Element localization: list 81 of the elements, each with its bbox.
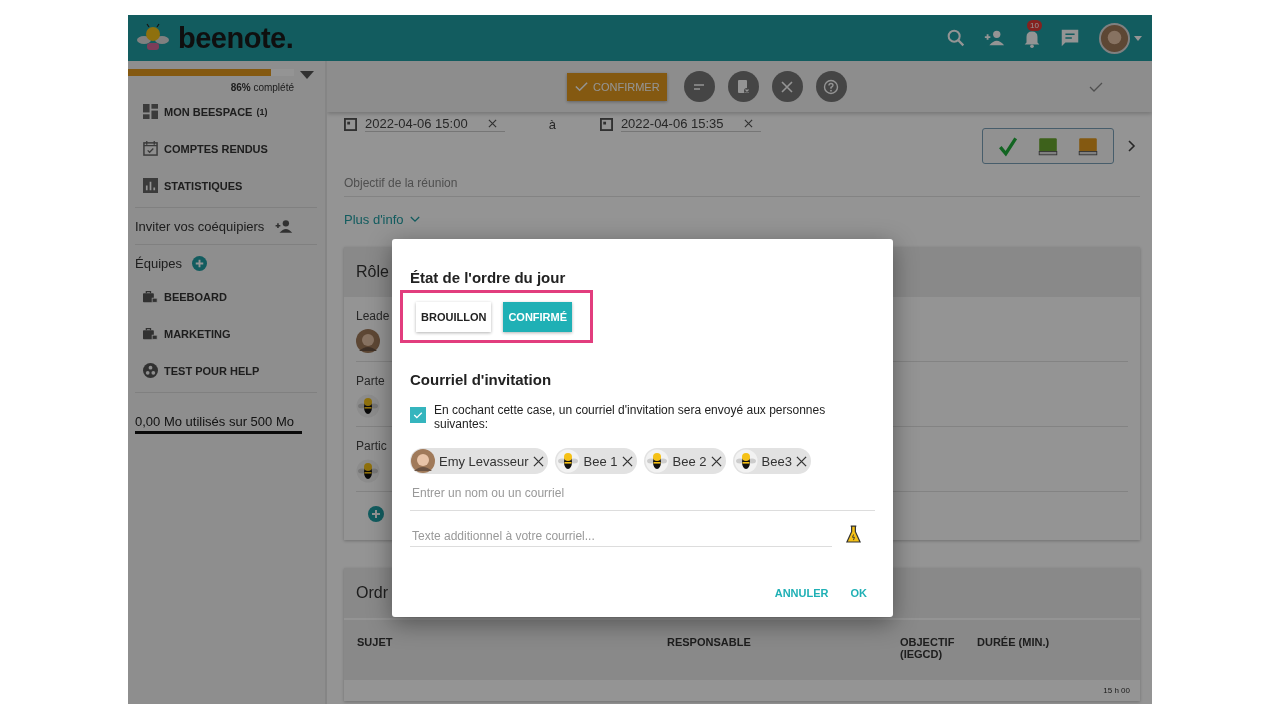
notebook-remove-icon — [735, 78, 752, 95]
caret-icon[interactable] — [1134, 35, 1142, 41]
end-date-field[interactable]: 2022-04-06 15:35 — [620, 116, 761, 132]
flask-icon[interactable] — [846, 524, 861, 544]
remove-icon[interactable] — [710, 455, 722, 467]
check-mark-icon[interactable] — [997, 135, 1019, 157]
team-item[interactable]: MARKETING — [135, 315, 325, 352]
bee-avatar-icon — [356, 459, 380, 483]
sidebar-item[interactable]: COMPTES RENDUS — [135, 130, 325, 167]
sort-button[interactable] — [683, 71, 715, 102]
remove-icon[interactable] — [621, 455, 633, 467]
checkbox-label: En cochant cette case, un courriel d'invitation sera envoyé aux personnes suivantes: — [434, 403, 827, 431]
objective-field[interactable]: Objectif de la réunion — [344, 176, 1140, 197]
check-icon — [412, 409, 424, 421]
start-date-field[interactable]: 2022-04-06 15:00 — [365, 116, 505, 132]
card-title: Ordr — [356, 584, 388, 602]
recipient-chip: Bee 2 — [643, 448, 726, 474]
add-icon[interactable] — [192, 255, 207, 271]
bee-avatar-icon — [555, 449, 580, 473]
invite-link[interactable]: Inviter vos coéquipiers — [135, 218, 265, 234]
role-label: Partic — [356, 439, 387, 453]
column-header: SUJET — [357, 636, 394, 650]
user-avatar-icon — [411, 449, 435, 473]
time-label: 15 h 00 — [1103, 686, 1130, 695]
bee-avatar-icon — [733, 449, 758, 473]
column-header: OBJECTIF (IEGCD) — [900, 636, 956, 662]
chevron-right-icon[interactable] — [1128, 140, 1136, 152]
dashboard-icon — [143, 104, 158, 119]
column-header: RESPONSABLE — [667, 636, 752, 650]
calendar-icon — [344, 117, 357, 131]
column-header: DURÉE (MIN.) — [977, 636, 1050, 650]
user-avatar-icon[interactable] — [1099, 22, 1130, 54]
progress-label: 86% complété — [230, 82, 294, 93]
dialog-action-button[interactable]: ANNULER — [766, 583, 837, 603]
team-item[interactable]: TEST POUR HELP — [135, 352, 325, 389]
team-item[interactable]: BEEBOARD — [135, 278, 325, 315]
state-button[interactable]: BROUILLON — [416, 302, 492, 332]
sidebar-item[interactable]: STATISTIQUES — [135, 167, 325, 204]
book-icon[interactable] — [1037, 135, 1059, 157]
search-icon[interactable] — [945, 27, 967, 49]
close-button[interactable] — [771, 71, 803, 102]
check-icon — [574, 79, 589, 94]
bee-logo-icon — [136, 23, 170, 53]
add-icon[interactable] — [368, 506, 384, 522]
dialog-title: État de l'ordre du jour — [410, 269, 567, 286]
remove-icon[interactable] — [532, 455, 544, 467]
help-icon — [823, 78, 840, 95]
dialog-action-button[interactable]: OK — [842, 583, 875, 603]
sidebar-item[interactable]: MON BEESPACE (1) — [135, 93, 325, 130]
chevron-down-icon[interactable] — [409, 216, 420, 223]
card-title: Rôle — [356, 263, 389, 281]
bee-avatar-icon — [644, 449, 669, 473]
recipient-chip: Bee3 — [732, 448, 811, 474]
locked-briefcase-icon — [143, 326, 158, 341]
caret-icon[interactable] — [300, 71, 314, 79]
locked-briefcase-icon — [143, 289, 158, 304]
role-label: Parte — [356, 374, 385, 388]
remove-icon[interactable] — [795, 455, 807, 467]
more-info-link[interactable]: Plus d'info — [344, 212, 404, 227]
bee-avatar-icon — [356, 394, 380, 418]
help-button[interactable] — [815, 71, 847, 102]
date-separator: à — [548, 116, 556, 132]
clear-icon[interactable] — [743, 119, 753, 128]
book-icon[interactable] — [1077, 135, 1099, 157]
notebook-remove-button[interactable] — [727, 71, 759, 102]
calendar-icon — [599, 117, 613, 131]
teams-label: Équipes — [135, 255, 182, 271]
close-icon — [779, 78, 796, 95]
group-icon — [143, 363, 158, 378]
bar-chart-icon — [143, 178, 158, 193]
checkbox[interactable] — [410, 407, 426, 423]
storage-usage: 0,00 Mo utilisés sur 500 Mo — [135, 414, 302, 434]
recipient-chip: Emy Levasseur — [410, 448, 548, 474]
calendar-icon — [143, 141, 158, 156]
recipient-chip: Bee 1 — [554, 448, 637, 474]
notification-badge: 10 — [1027, 20, 1042, 31]
role-label: Leade — [356, 309, 390, 323]
user-avatar-icon — [356, 329, 380, 353]
state-button[interactable]: CONFIRMÉ — [503, 302, 573, 332]
section-title: Courriel d'invitation — [410, 371, 553, 388]
clear-icon[interactable] — [487, 119, 497, 128]
